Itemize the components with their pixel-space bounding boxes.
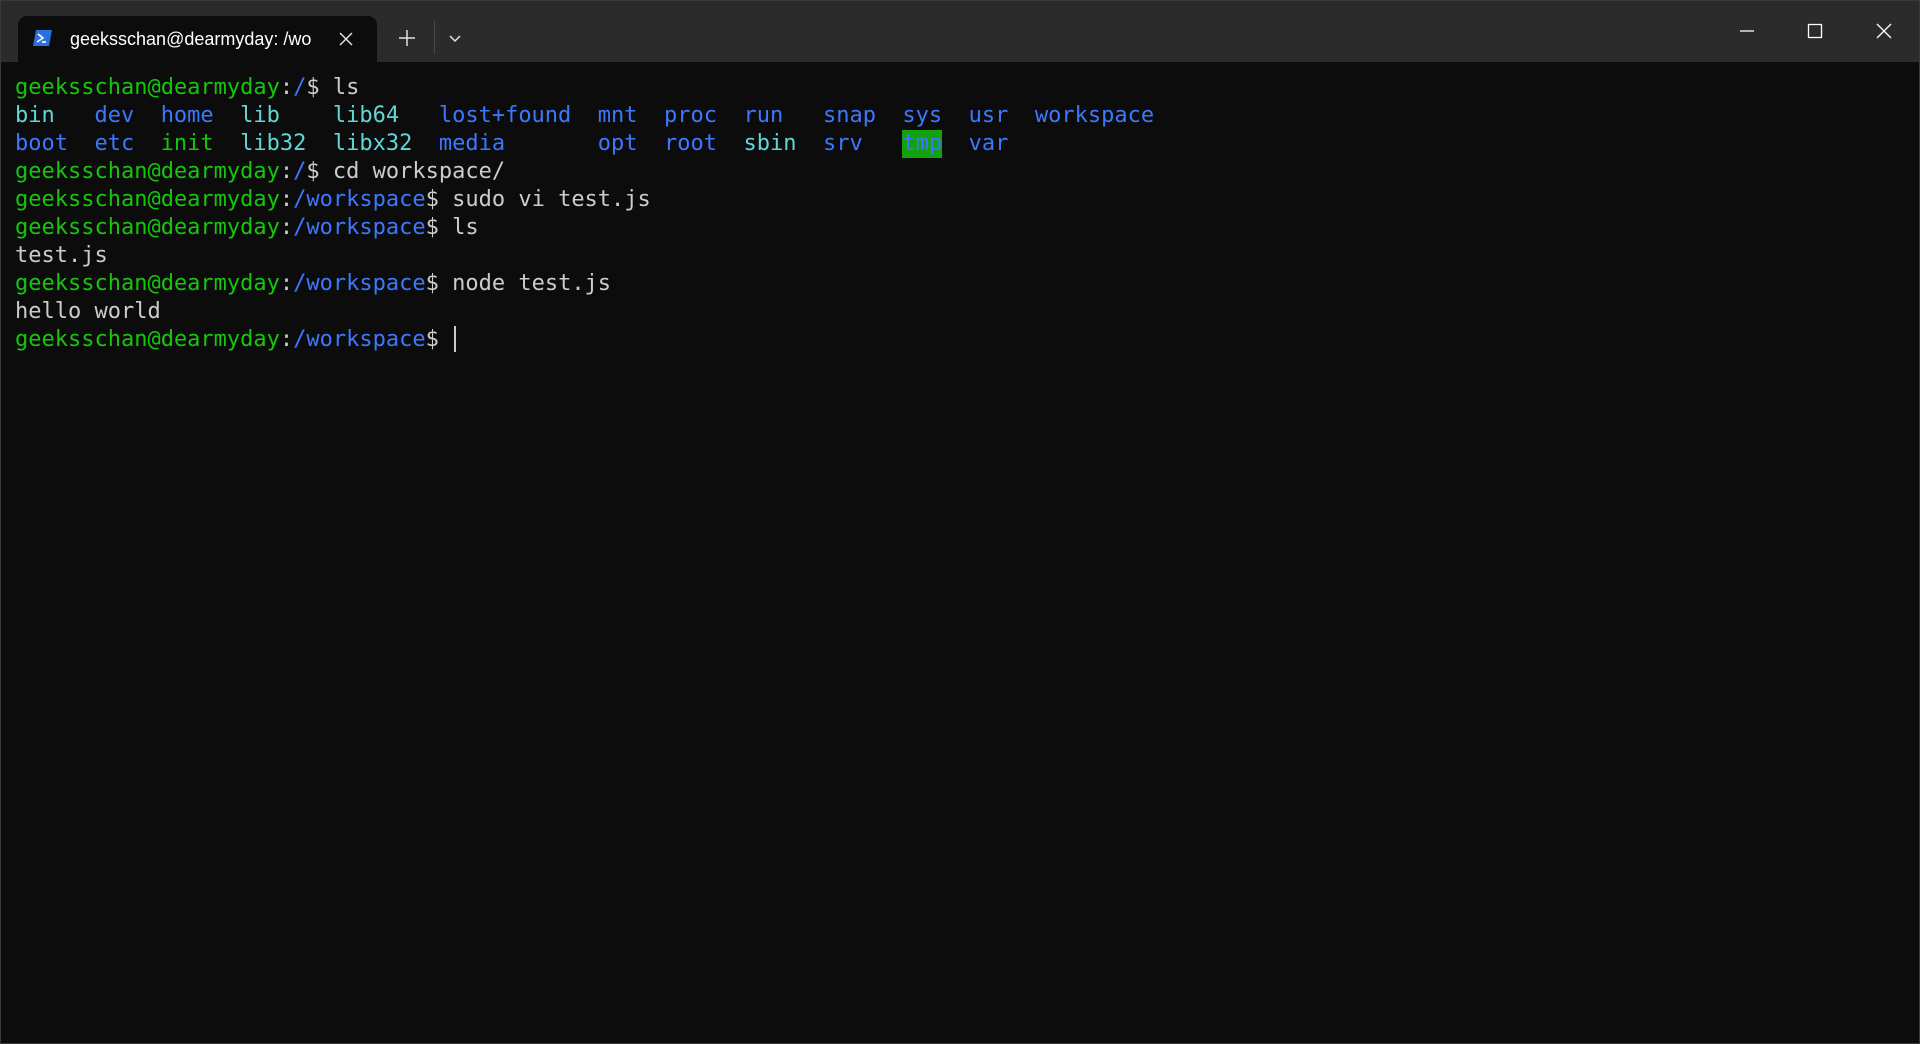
ls-entry: sbin (743, 131, 797, 156)
title-bar[interactable]: geeksschan@dearmyday: /wo (1, 1, 1919, 62)
prompt-colon: : (279, 215, 294, 240)
powershell-icon (32, 29, 53, 47)
terminal-line: geeksschan@dearmyday:/workspace$ (15, 326, 1905, 354)
command-text: cd workspace/ (332, 159, 506, 184)
ls-entry: dev (94, 103, 135, 128)
ls-entry: usr (968, 103, 1009, 128)
prompt-path: /workspace (293, 271, 426, 296)
command-text: ls (452, 215, 479, 240)
ls-entry: lost+found (438, 103, 572, 128)
ls-entry: libx32 (332, 131, 413, 156)
ls-entry: lib (240, 103, 280, 128)
ls-entry: lib64 (332, 103, 400, 128)
ls-entry: sys (902, 103, 943, 128)
minimize-icon (1740, 30, 1754, 32)
prompt-path: / (293, 159, 307, 184)
close-icon[interactable] (334, 27, 358, 51)
output-text: test.js (15, 243, 108, 268)
command-text: ls (332, 75, 360, 100)
prompt-colon: : (279, 271, 294, 296)
terminal-output[interactable]: geeksschan@dearmyday:/$ ls bin dev home lib l… (15, 74, 1905, 1029)
terminal-line: bin dev home lib lib64 lost+found mnt proc run sn… (15, 102, 1905, 130)
terminal-line: geeksschan@dearmyday:/$ cd workspace/ (15, 158, 1905, 186)
ls-entry: boot (15, 131, 68, 156)
prompt-path: / (293, 75, 307, 100)
tab-separator (434, 21, 435, 54)
ls-entry: bin (15, 103, 55, 128)
ls-entry: lib32 (240, 131, 307, 156)
terminal-window: geeksschan@dearmyday: /wo geeksschan@dea… (0, 0, 1920, 1044)
minimize-button[interactable] (1724, 11, 1770, 51)
ls-entry: opt (597, 131, 638, 156)
prompt-user: geeksschan@dearmyday (15, 215, 280, 240)
prompt-path: /workspace (293, 215, 426, 240)
terminal-line: hello world (15, 298, 1905, 326)
terminal-line: geeksschan@dearmyday:/workspace$ ls (15, 214, 1905, 242)
text-cursor (454, 326, 457, 352)
maximize-icon (1807, 23, 1823, 39)
new-tab-button[interactable] (393, 24, 421, 52)
close-icon (1876, 23, 1892, 39)
terminal-line: geeksschan@dearmyday:/workspace$ sudo vi… (15, 186, 1905, 214)
prompt-colon: : (279, 159, 294, 184)
prompt-user: geeksschan@dearmyday (15, 271, 280, 296)
prompt-symbol: $ (306, 75, 333, 100)
prompt-colon: : (279, 75, 294, 100)
prompt-user: geeksschan@dearmyday (15, 159, 280, 184)
ls-entry: proc (664, 103, 717, 128)
tab-title: geeksschan@dearmyday: /wo (70, 29, 312, 49)
ls-entry: home (160, 103, 214, 128)
prompt-symbol: $ (425, 215, 453, 240)
ls-entry: srv (822, 131, 863, 156)
tab-dropdown-button[interactable] (441, 24, 469, 52)
chevron-down-icon (449, 35, 461, 43)
ls-entry: tmp (902, 130, 943, 158)
terminal-line: geeksschan@dearmyday:/$ ls (15, 74, 1905, 102)
prompt-colon: : (279, 187, 294, 212)
ls-entry: run (743, 103, 784, 128)
terminal-line: boot etc init lib32 libx32 media opt root sbin sr… (15, 130, 1905, 158)
ls-entry: mnt (597, 103, 638, 128)
terminal-line: geeksschan@dearmyday:/workspace$ node te… (15, 270, 1905, 298)
plus-icon (399, 30, 415, 46)
tab-active[interactable]: geeksschan@dearmyday: /wo (18, 16, 377, 62)
maximize-button[interactable] (1792, 11, 1838, 51)
prompt-path: /workspace (293, 327, 426, 352)
prompt-path: /workspace (293, 187, 426, 212)
ls-entry: init (160, 131, 214, 156)
ls-entry: root (664, 131, 717, 156)
prompt-symbol: $ (425, 271, 453, 296)
window-close-button[interactable] (1861, 11, 1907, 51)
prompt-user: geeksschan@dearmyday (15, 327, 280, 352)
command-text: node test.js (452, 271, 612, 296)
prompt-user: geeksschan@dearmyday (15, 187, 280, 212)
prompt-symbol: $ (306, 159, 333, 184)
prompt-symbol: $ (425, 327, 453, 352)
ls-entry: etc (94, 131, 135, 156)
terminal-line: test.js (15, 242, 1905, 270)
prompt-colon: : (279, 327, 294, 352)
ls-entry: snap (822, 103, 876, 128)
command-text: sudo vi test.js (452, 187, 651, 212)
output-text: hello world (15, 299, 161, 324)
prompt-symbol: $ (425, 187, 453, 212)
ls-entry: workspace (1034, 103, 1155, 128)
ls-entry: var (968, 131, 1009, 156)
ls-entry: media (438, 131, 506, 156)
prompt-user: geeksschan@dearmyday (15, 75, 280, 100)
